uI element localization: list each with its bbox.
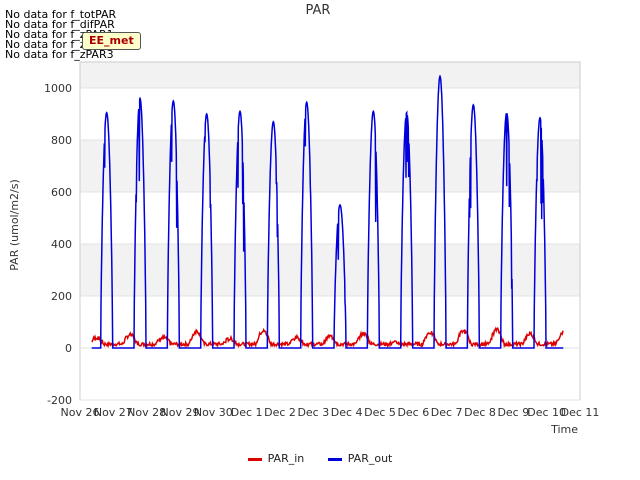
legend-label-par-out: PAR_out: [347, 452, 393, 465]
y-tick-label: 600: [51, 186, 72, 199]
grid-band-1: [80, 244, 580, 296]
grid-band-2: [80, 140, 580, 192]
nodata-line-5: No data for f_zPAR3: [5, 48, 114, 61]
grid-band-3: [80, 62, 580, 88]
x-tick-label: Dec 11: [561, 406, 600, 419]
y-tick-label: 1000: [44, 82, 72, 95]
y-tick-label: 800: [51, 134, 72, 147]
plot-frame: [79, 61, 581, 401]
x-tick-label: Dec 6: [397, 406, 429, 419]
x-tick-label: Dec 1: [231, 406, 263, 419]
legend-item-par-out: PAR_out: [327, 452, 393, 465]
y-axis-label: PAR (umol/m2/s): [8, 179, 21, 271]
y-tick-label: 400: [51, 238, 72, 251]
series-line-par-out: [91, 74, 564, 349]
x-tick-label: Dec 9: [497, 406, 529, 419]
legend-swatch-par-in: [247, 457, 262, 461]
x-tick-label: Dec 8: [464, 406, 496, 419]
x-tick-label: Dec 7: [431, 406, 463, 419]
legend: PAR_in PAR_out: [0, 452, 640, 465]
y-tick-label: 0: [65, 342, 72, 355]
legend-label-par-in: PAR_in: [267, 452, 305, 465]
x-tick-label: Dec 5: [364, 406, 396, 419]
x-tick-label: Dec 4: [331, 406, 363, 419]
par-chart: PAR -20002004006008001000 Nov 26Nov 27No…: [8, 3, 600, 436]
series-line-par-in: [91, 326, 564, 349]
y-tick-label: 200: [51, 290, 72, 303]
site-badge: EE_met: [82, 32, 141, 50]
x-tick-label: Dec 2: [264, 406, 296, 419]
x-tick-label: Dec 3: [297, 406, 329, 419]
legend-swatch-par-out: [327, 457, 342, 461]
x-axis-label: Time: [550, 423, 578, 436]
x-tick-label: Nov 30: [194, 406, 233, 419]
chart-title: PAR: [306, 3, 331, 18]
legend-item-par-in: PAR_in: [247, 452, 305, 465]
